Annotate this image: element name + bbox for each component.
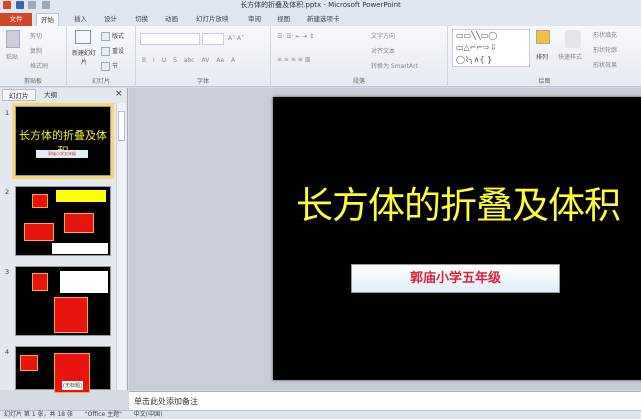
list-buttons[interactable]: ☰· ☰· ⇤ ⇥ ↕ bbox=[277, 33, 314, 40]
current-slide[interactable]: 长方体的折叠及体积 郭庙小学五年级 bbox=[273, 97, 641, 380]
clipboard-label: 剪贴板 bbox=[23, 78, 42, 85]
quick-styles-icon bbox=[565, 30, 581, 48]
slide-thumbnail-1[interactable]: 长方体的折叠及体积 郭庙小学五年级 bbox=[12, 103, 114, 179]
grow-shrink-font[interactable]: A˄ A˅ bbox=[228, 35, 244, 42]
paragraph-group: ☰· ☰· ⇤ ⇥ ↕ ≡ ≡ ≡ ≡ ▥ 文字方向 对齐文本 转换为 Smar… bbox=[271, 26, 448, 87]
title-bar: 长方体的折叠及体积.pptx - Microsoft PowerPoint bbox=[0, 0, 641, 11]
theme-name: "Office 主题" bbox=[84, 411, 122, 418]
tab-new[interactable]: 新建选项卡 bbox=[303, 13, 344, 26]
char-spacing-button[interactable]: AV bbox=[202, 57, 210, 64]
shape-fill-button[interactable]: 形状填充 bbox=[593, 30, 617, 39]
tab-transitions[interactable]: 切换 bbox=[131, 13, 152, 26]
status-bar: 幻灯片 第 1 张，共 18 张 "Office 主题" 中文(中国) bbox=[0, 410, 641, 419]
slide-subtitle[interactable]: 郭庙小学五年级 bbox=[351, 264, 560, 293]
cube-shape bbox=[20, 355, 38, 371]
cube-shape bbox=[54, 297, 88, 333]
font-size-select[interactable] bbox=[202, 33, 224, 45]
cube-shape bbox=[32, 273, 48, 291]
slide-count: 幻灯片 第 1 张，共 18 张 bbox=[4, 411, 73, 418]
bold-button[interactable]: B bbox=[142, 57, 146, 64]
section-icon bbox=[101, 62, 110, 71]
cube-shape bbox=[64, 213, 94, 233]
cube-shape bbox=[32, 194, 48, 208]
slide-thumbnail-3[interactable] bbox=[15, 266, 111, 336]
close-panel-button[interactable]: × bbox=[115, 89, 123, 99]
ribbon-tabs: 文件 开始 插入 设计 切换 动画 幻灯片放映 审阅 视图 新建选项卡 bbox=[0, 11, 641, 26]
window-title: 长方体的折叠及体积.pptx - Microsoft PowerPoint bbox=[240, 1, 401, 9]
font-name-select[interactable] bbox=[140, 33, 200, 45]
tab-home[interactable]: 开始 bbox=[36, 13, 59, 26]
tab-slides[interactable]: 幻灯片 bbox=[2, 89, 36, 101]
slides-label: 幻灯片 bbox=[91, 78, 110, 85]
text-direction-button[interactable]: 文字方向 bbox=[371, 31, 395, 40]
slide-number: 2 bbox=[5, 188, 10, 196]
arrange-button[interactable]: 排列 bbox=[536, 52, 548, 61]
slides-panel: 幻灯片 大纲 × 1 长方体的折叠及体积 郭庙小学五年级 2 3 4 (无标题) bbox=[0, 88, 128, 393]
tab-outline[interactable]: 大纲 bbox=[38, 89, 63, 101]
strikethrough-button[interactable]: abc bbox=[184, 57, 195, 64]
slide-thumbnail-2[interactable] bbox=[15, 186, 111, 256]
align-text-button[interactable]: 对齐文本 bbox=[371, 46, 395, 55]
shape-effects-button[interactable]: 形状效果 bbox=[593, 60, 617, 69]
copy-button[interactable]: 复制 bbox=[30, 46, 42, 55]
underline-button[interactable]: U bbox=[162, 57, 166, 64]
callout-shape bbox=[56, 190, 106, 202]
tab-file[interactable]: 文件 bbox=[0, 13, 32, 26]
layout-label: 版式 bbox=[112, 33, 125, 40]
section-label: 节 bbox=[112, 63, 119, 70]
paste-icon[interactable] bbox=[6, 30, 20, 48]
layout-icon bbox=[101, 32, 110, 41]
ribbon: 粘贴 剪切 复制 格式刷 剪贴板 新建幻灯片 版式 重设 节 幻灯片 A˄ A˅… bbox=[0, 26, 641, 87]
convert-smartart-button[interactable]: 转换为 SmartArt bbox=[371, 61, 418, 70]
font-format-buttons[interactable]: B I U S abc AV Aa A bbox=[142, 57, 235, 64]
drawing-label: 绘图 bbox=[538, 78, 551, 85]
font-group: A˄ A˅ B I U S abc AV Aa A 字体 bbox=[136, 26, 271, 87]
reset-button[interactable]: 重设 bbox=[101, 46, 124, 56]
scroll-thumb[interactable] bbox=[118, 111, 125, 141]
new-slide-button[interactable]: 新建幻灯片 bbox=[71, 48, 97, 66]
reset-icon bbox=[101, 47, 110, 56]
cut-button[interactable]: 剪切 bbox=[30, 31, 42, 40]
font-color-button[interactable]: A bbox=[231, 57, 235, 64]
callout-shape bbox=[60, 271, 108, 293]
untitled-label: (无标题) bbox=[62, 381, 83, 390]
language[interactable]: 中文(中国) bbox=[134, 411, 163, 418]
shape-outline-button[interactable]: 形状轮廓 bbox=[593, 45, 617, 54]
tab-design[interactable]: 设计 bbox=[100, 13, 121, 26]
tab-view[interactable]: 视图 bbox=[273, 13, 294, 26]
tab-slideshow[interactable]: 幻灯片放映 bbox=[192, 13, 233, 26]
clipboard-group: 粘贴 剪切 复制 格式刷 剪贴板 bbox=[0, 26, 67, 87]
new-slide-icon[interactable] bbox=[75, 30, 91, 44]
cube-shape bbox=[24, 223, 54, 241]
thumb-subtitle: 郭庙小学五年级 bbox=[36, 150, 88, 158]
reset-label: 重设 bbox=[112, 48, 125, 55]
format-painter-button[interactable]: 格式刷 bbox=[30, 61, 48, 70]
slide-thumbnail-4[interactable]: (无标题) bbox=[15, 346, 111, 393]
shadow-button[interactable]: S bbox=[173, 57, 177, 64]
notes-area[interactable]: 单击此处添加备注 bbox=[129, 391, 641, 410]
change-case-button[interactable]: Aa bbox=[216, 57, 224, 64]
arrange-icon bbox=[536, 30, 550, 44]
tab-insert[interactable]: 插入 bbox=[70, 13, 91, 26]
paragraph-label: 段落 bbox=[352, 78, 365, 85]
italic-button[interactable]: I bbox=[153, 57, 155, 64]
quick-styles-button[interactable]: 快速样式 bbox=[558, 52, 582, 61]
section-button[interactable]: 节 bbox=[101, 61, 118, 71]
callout-shape bbox=[52, 243, 108, 254]
paste-button[interactable]: 粘贴 bbox=[6, 52, 18, 61]
slide-title[interactable]: 长方体的折叠及体积 bbox=[273, 175, 641, 229]
font-label: 字体 bbox=[196, 78, 209, 85]
align-buttons[interactable]: ≡ ≡ ≡ ≡ ▥ bbox=[277, 56, 310, 63]
panel-scrollbar[interactable] bbox=[116, 103, 126, 390]
tab-animations[interactable]: 动画 bbox=[161, 13, 182, 26]
slide-number: 4 bbox=[5, 348, 10, 356]
tab-review[interactable]: 审阅 bbox=[244, 13, 265, 26]
slides-group: 新建幻灯片 版式 重设 节 幻灯片 bbox=[67, 26, 136, 87]
slide-number: 1 bbox=[5, 109, 10, 117]
slide-number: 3 bbox=[5, 268, 10, 276]
shapes-gallery[interactable]: ▭▭╲╲▭◯ ▭△⌐⌐⇨⇩ ◯⌇╮∧{ } bbox=[452, 29, 530, 67]
drawing-group: ▭▭╲╲▭◯ ▭△⌐⌐⇨⇩ ◯⌇╮∧{ } 排列 快速样式 形状填充 形状轮廓 形状… bbox=[448, 26, 641, 87]
layout-button[interactable]: 版式 bbox=[101, 31, 124, 41]
